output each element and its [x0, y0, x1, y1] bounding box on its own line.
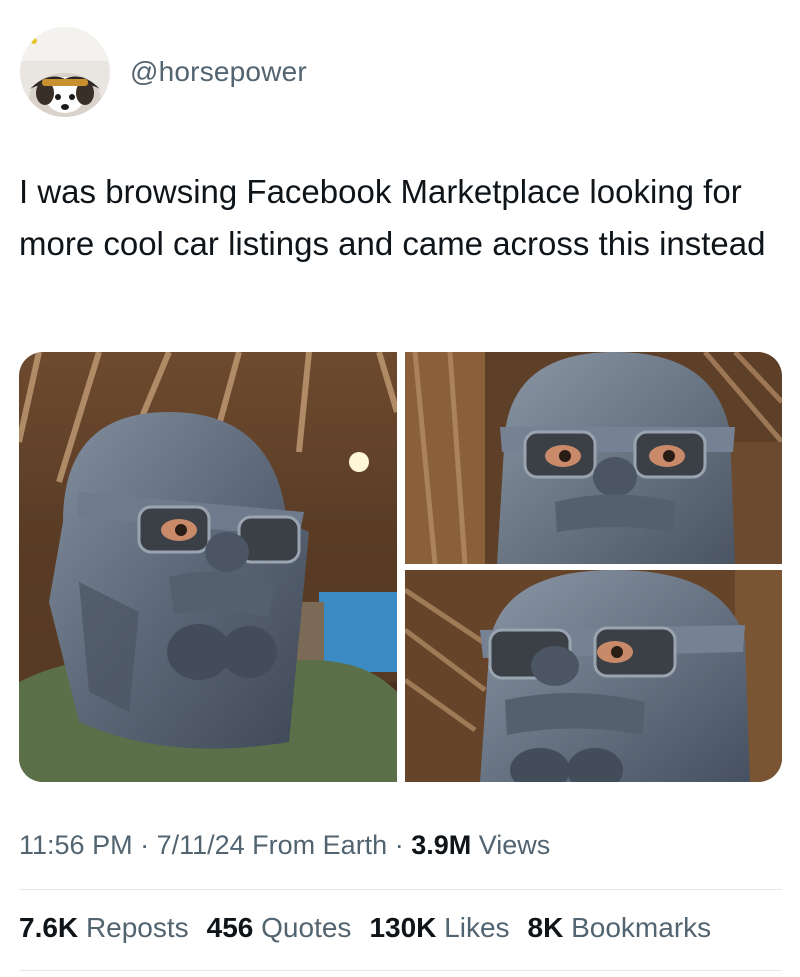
- likes-count: 130K: [369, 912, 437, 943]
- quotes-count: 456: [206, 912, 254, 943]
- photo-1[interactable]: [19, 352, 397, 782]
- media-grid: [19, 352, 782, 782]
- photo-2[interactable]: [405, 352, 782, 564]
- meta-separator: ·: [387, 830, 412, 860]
- helmet-photo-2-image: [405, 352, 782, 564]
- likes-label: Likes: [444, 912, 510, 943]
- bookmarks-label: Bookmarks: [571, 912, 712, 943]
- tweet-meta: 11:56 PM · 7/11/24 From Earth · 3.9M Vie…: [19, 830, 550, 861]
- tweet-time[interactable]: 11:56 PM: [19, 830, 133, 860]
- quotes-stat[interactable]: 456 Quotes: [207, 912, 352, 944]
- avatar[interactable]: [20, 27, 110, 117]
- likes-stat[interactable]: 130K Likes: [369, 912, 509, 944]
- avatar-dog-image: [20, 27, 110, 117]
- meta-separator: ·: [132, 830, 157, 860]
- reposts-stat[interactable]: 7.6K Reposts: [19, 912, 189, 944]
- tweet-header: @horsepower: [20, 27, 307, 117]
- tweet-date[interactable]: 7/11/24: [157, 830, 245, 860]
- tweet-text: I was browsing Facebook Marketplace look…: [19, 173, 766, 262]
- quotes-label: Quotes: [261, 912, 352, 943]
- reposts-label: Reposts: [85, 912, 189, 943]
- helmet-photo-1-image: [19, 352, 397, 782]
- helmet-photo-3-image: [405, 570, 782, 782]
- reposts-count: 7.6K: [19, 912, 79, 943]
- bookmarks-count: 8K: [527, 912, 564, 943]
- views-label: Views: [471, 830, 551, 860]
- divider: [19, 970, 782, 971]
- tweet-source: From Earth: [244, 830, 388, 860]
- divider: [19, 889, 782, 890]
- user-handle[interactable]: @horsepower: [130, 56, 307, 88]
- photo-3[interactable]: [405, 570, 782, 782]
- views-count: 3.9M: [411, 830, 472, 860]
- tweet-stats: 7.6K Reposts 456 Quotes 130K Likes 8K Bo…: [19, 912, 711, 944]
- bookmarks-stat[interactable]: 8K Bookmarks: [528, 912, 712, 944]
